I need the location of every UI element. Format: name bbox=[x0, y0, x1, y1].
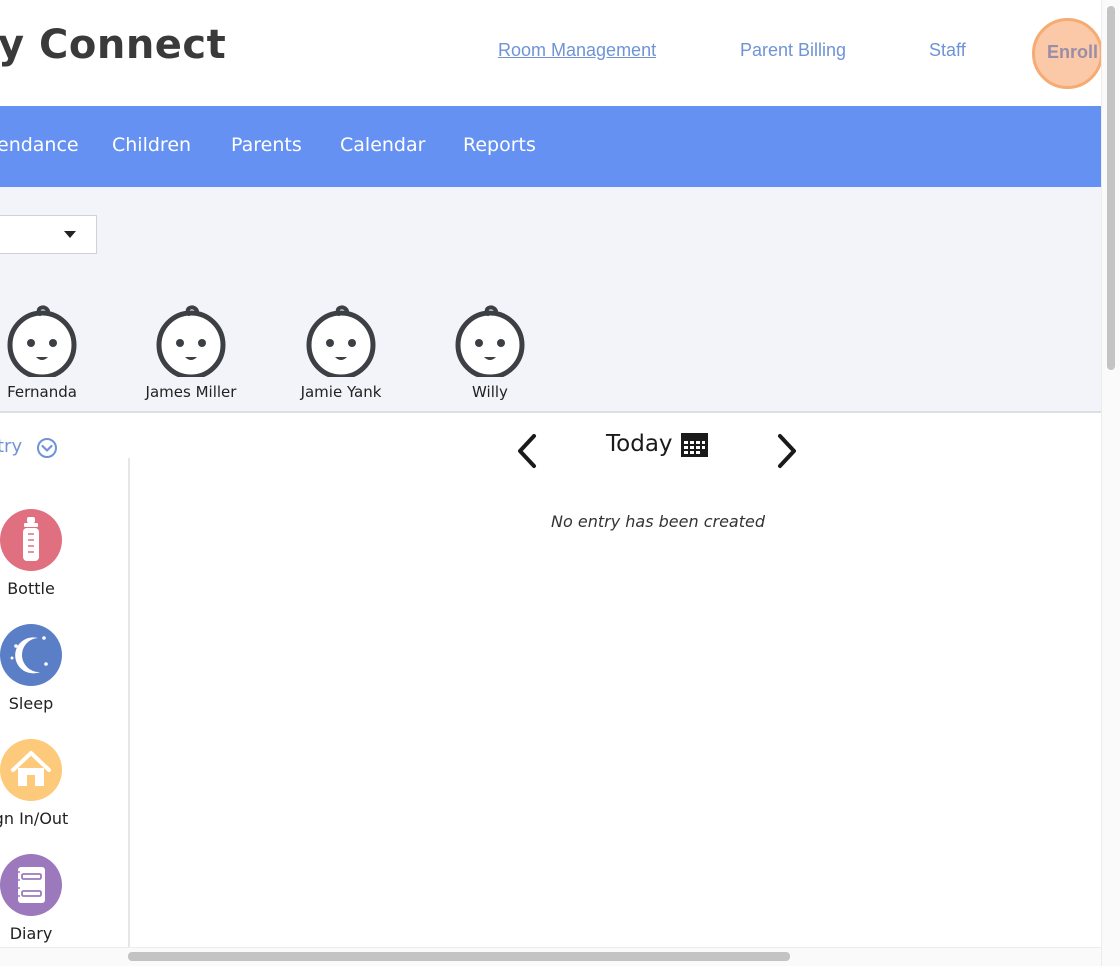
child-card[interactable]: James Miller bbox=[131, 305, 251, 401]
nav-item-parents[interactable]: Parents bbox=[231, 134, 302, 156]
vertical-scrollbar-thumb[interactable] bbox=[1107, 6, 1115, 370]
child-card[interactable]: Willy bbox=[430, 305, 550, 401]
action-label: Bottle bbox=[7, 579, 55, 598]
child-name: Fernanda bbox=[7, 383, 77, 401]
child-card[interactable]: Fernanda bbox=[0, 305, 102, 401]
enroll-label: Enroll bbox=[1047, 42, 1099, 62]
empty-entries-message: No entry has been created bbox=[551, 512, 765, 531]
child-name: James Miller bbox=[145, 383, 237, 401]
column-divider bbox=[128, 458, 130, 948]
room-management-link[interactable]: Room Management bbox=[498, 40, 656, 61]
caret-down-icon bbox=[64, 231, 76, 238]
vertical-scrollbar[interactable] bbox=[1101, 0, 1120, 966]
sign-in-out-action-button[interactable]: gn In/Out bbox=[0, 739, 68, 828]
parent-billing-link[interactable]: Parent Billing bbox=[740, 40, 846, 61]
action-label: Sleep bbox=[8, 694, 54, 713]
action-label: gn In/Out bbox=[0, 809, 69, 828]
nav-item-reports[interactable]: Reports bbox=[463, 134, 536, 156]
child-name: Jamie Yank bbox=[300, 383, 382, 401]
house-icon bbox=[0, 739, 62, 801]
baby-face-icon bbox=[156, 305, 226, 377]
child-card[interactable]: Jamie Yank bbox=[281, 305, 401, 401]
main-nav-bar: endance Children Parents Calendar Report… bbox=[0, 106, 1101, 187]
chevron-left-icon[interactable] bbox=[512, 432, 542, 470]
baby-face-icon bbox=[306, 305, 376, 377]
nav-item-attendance[interactable]: endance bbox=[0, 134, 79, 156]
baby-face-icon bbox=[7, 305, 77, 377]
nav-item-calendar[interactable]: Calendar bbox=[340, 134, 425, 156]
chevron-down-circle-icon[interactable] bbox=[36, 437, 58, 459]
chevron-right-icon[interactable] bbox=[772, 432, 802, 470]
sleep-action-button[interactable]: Sleep bbox=[0, 624, 63, 713]
child-name: Willy bbox=[472, 383, 508, 401]
new-entry-heading[interactable]: try bbox=[0, 436, 22, 457]
children-strip: Fernanda James Miller Jamie Yank Willy bbox=[0, 187, 1101, 413]
staff-link[interactable]: Staff bbox=[929, 40, 966, 61]
nav-item-children[interactable]: Children bbox=[112, 134, 191, 156]
top-header: y Connect Room Management Parent Billing… bbox=[0, 0, 1103, 106]
current-date-label: Today bbox=[606, 431, 673, 457]
horizontal-scrollbar[interactable] bbox=[0, 947, 1101, 966]
diary-action-button[interactable]: Diary bbox=[0, 854, 63, 943]
app-brand-title: y Connect bbox=[0, 22, 227, 68]
baby-face-icon bbox=[455, 305, 525, 377]
room-select-dropdown[interactable] bbox=[0, 215, 97, 254]
calendar-icon[interactable] bbox=[681, 433, 708, 457]
horizontal-scrollbar-thumb[interactable] bbox=[128, 952, 790, 961]
notebook-icon bbox=[0, 854, 62, 916]
enroll-button[interactable]: Enroll bbox=[1032, 18, 1103, 89]
moon-stars-icon bbox=[0, 624, 62, 686]
action-label: Diary bbox=[9, 924, 53, 943]
